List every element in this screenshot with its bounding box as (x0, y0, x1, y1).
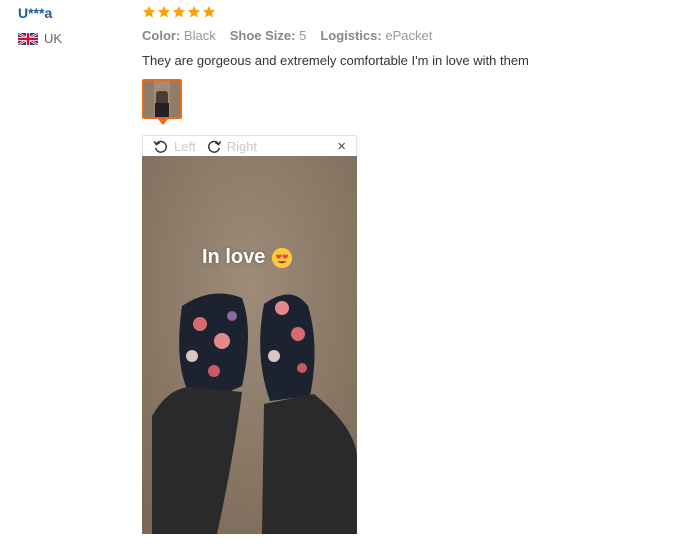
star-icon (142, 5, 156, 18)
attr-color: Color: Black (142, 28, 216, 43)
rotate-right-icon (207, 140, 221, 153)
review-text: They are gorgeous and extremely comforta… (142, 53, 529, 68)
thumbnail-selected-indicator (158, 119, 168, 125)
star-icon (157, 5, 171, 18)
rotate-left-button[interactable]: Left (153, 138, 196, 154)
rotate-right-label: Right (226, 138, 258, 154)
order-attributes: Color: Black Shoe Size: 5 Logistics: ePa… (142, 28, 432, 43)
star-icon (202, 5, 216, 18)
reviewer-name: U***a (18, 5, 53, 21)
rotate-left-icon (153, 140, 167, 153)
country-label: UK (44, 31, 63, 46)
reviewer-country: UK (18, 31, 62, 46)
attr-logistics: Logistics: ePacket (320, 28, 433, 43)
caption-text: In love (202, 246, 266, 268)
rotate-right-button[interactable]: Right (206, 138, 257, 154)
rotate-left-label: Left (174, 138, 196, 154)
rating-stars (142, 5, 216, 19)
review-photo: In love (142, 156, 357, 534)
star-icon (187, 5, 201, 18)
heart-eyes-emoji-icon (272, 247, 293, 268)
uk-flag-icon (18, 32, 38, 45)
attr-shoe-size: Shoe Size: 5 (229, 28, 307, 43)
photo-image (142, 156, 357, 534)
photo-thumbnail[interactable] (142, 79, 182, 119)
image-viewer-toolbar: Left Right × (142, 135, 357, 156)
photo-caption: In love (202, 246, 293, 269)
close-icon[interactable]: × (337, 138, 346, 155)
thumbnail-image (144, 81, 180, 117)
star-icon (172, 5, 186, 18)
